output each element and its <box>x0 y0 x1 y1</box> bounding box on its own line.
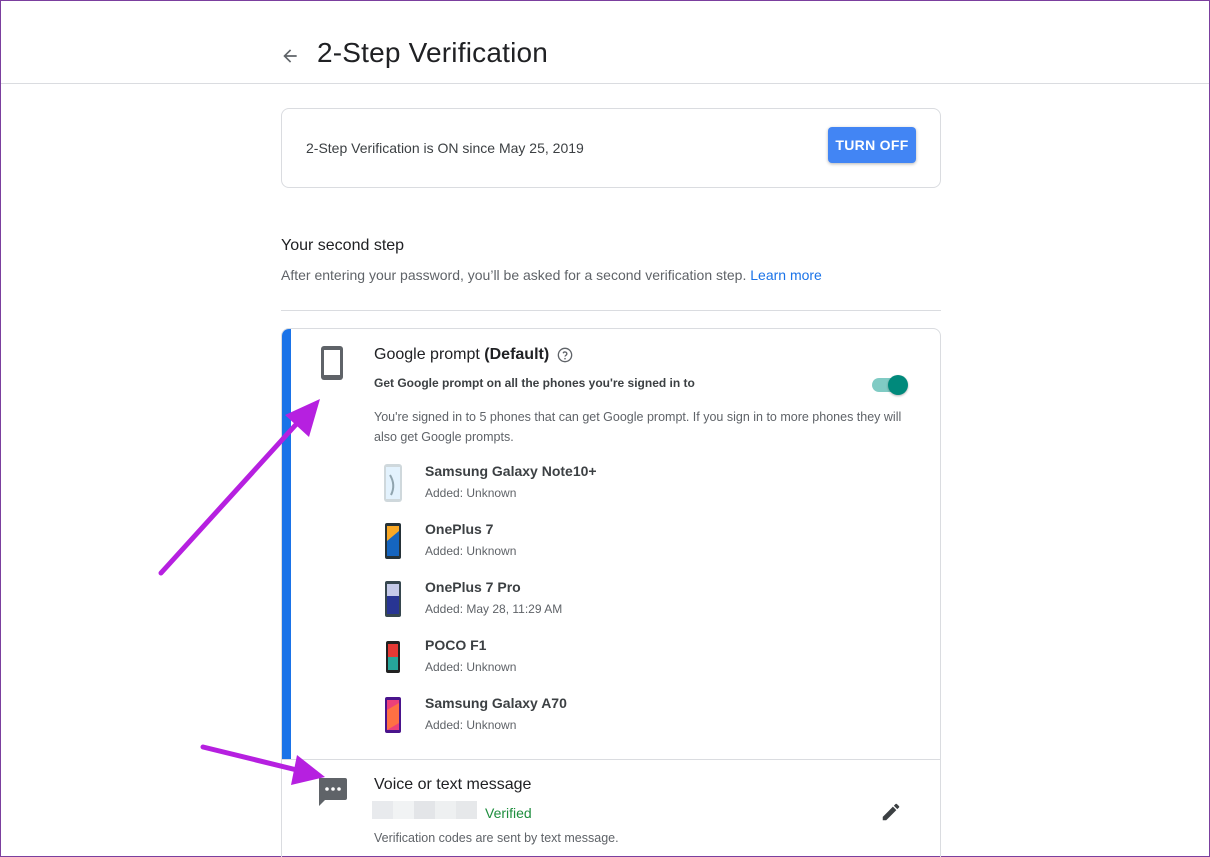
voice-text-description: Verification codes are sent by text mess… <box>374 831 619 845</box>
device-list: Samsung Galaxy Note10+ Added: Unknown On… <box>382 461 782 751</box>
back-button[interactable] <box>277 43 303 69</box>
section-description-text: After entering your password, you’ll be … <box>281 267 747 283</box>
page-header: 2-Step Verification <box>1 1 1209 84</box>
device-added: Added: Unknown <box>425 660 517 674</box>
list-item: OnePlus 7 Pro Added: May 28, 11:29 AM <box>382 577 782 635</box>
list-item: OnePlus 7 Added: Unknown <box>382 519 782 577</box>
device-added: Added: Unknown <box>425 718 517 732</box>
pencil-icon[interactable] <box>880 801 902 823</box>
google-prompt-title: Google prompt (Default) <box>374 346 549 364</box>
device-name: Samsung Galaxy Note10+ <box>425 463 597 479</box>
voice-text-title: Voice or text message <box>374 776 532 793</box>
smartphone-icon <box>321 346 343 380</box>
verified-status: Verified <box>485 805 532 821</box>
device-added: Added: Unknown <box>425 544 517 558</box>
redacted-phone-number <box>372 801 477 819</box>
toggle-knob <box>888 375 908 395</box>
device-name: POCO F1 <box>425 637 487 653</box>
card-separator <box>282 759 940 760</box>
device-name: OnePlus 7 Pro <box>425 579 521 595</box>
learn-more-link[interactable]: Learn more <box>750 267 822 283</box>
help-icon[interactable] <box>557 347 573 363</box>
google-prompt-subtitle: Get Google prompt on all the phones you'… <box>374 376 695 390</box>
google-prompt-title-text: Google prompt <box>374 346 485 363</box>
turn-off-button[interactable]: TURN OFF <box>828 127 916 163</box>
phone-thumbnail-icon <box>384 464 402 502</box>
device-name: Samsung Galaxy A70 <box>425 695 567 711</box>
device-added: Added: Unknown <box>425 486 517 500</box>
status-text: 2-Step Verification is ON since May 25, … <box>306 140 584 156</box>
phone-thumbnail-icon <box>386 641 400 673</box>
sms-icon <box>319 778 347 806</box>
arrow-left-icon <box>283 49 297 63</box>
section-title: Your second step <box>281 237 405 254</box>
list-item: POCO F1 Added: Unknown <box>382 635 782 693</box>
list-item: Samsung Galaxy Note10+ Added: Unknown <box>382 461 782 519</box>
second-step-options-card: Google prompt (Default) Get Google promp… <box>281 328 941 857</box>
phone-thumbnail-icon <box>385 697 401 733</box>
device-added: Added: May 28, 11:29 AM <box>425 602 563 616</box>
list-item: Samsung Galaxy A70 Added: Unknown <box>382 693 782 751</box>
google-prompt-toggle[interactable] <box>872 374 910 395</box>
status-card: 2-Step Verification is ON since May 25, … <box>281 108 941 188</box>
divider <box>281 310 941 311</box>
device-name: OnePlus 7 <box>425 521 494 537</box>
page-title: 2-Step Verification <box>317 37 549 68</box>
section-description: After entering your password, you’ll be … <box>281 267 822 283</box>
default-label: (Default) <box>484 346 550 363</box>
google-prompt-description: You're signed in to 5 phones that can ge… <box>374 410 902 444</box>
phone-thumbnail-icon <box>385 523 401 559</box>
selected-accent-bar <box>282 329 291 759</box>
phone-thumbnail-icon <box>385 581 401 617</box>
